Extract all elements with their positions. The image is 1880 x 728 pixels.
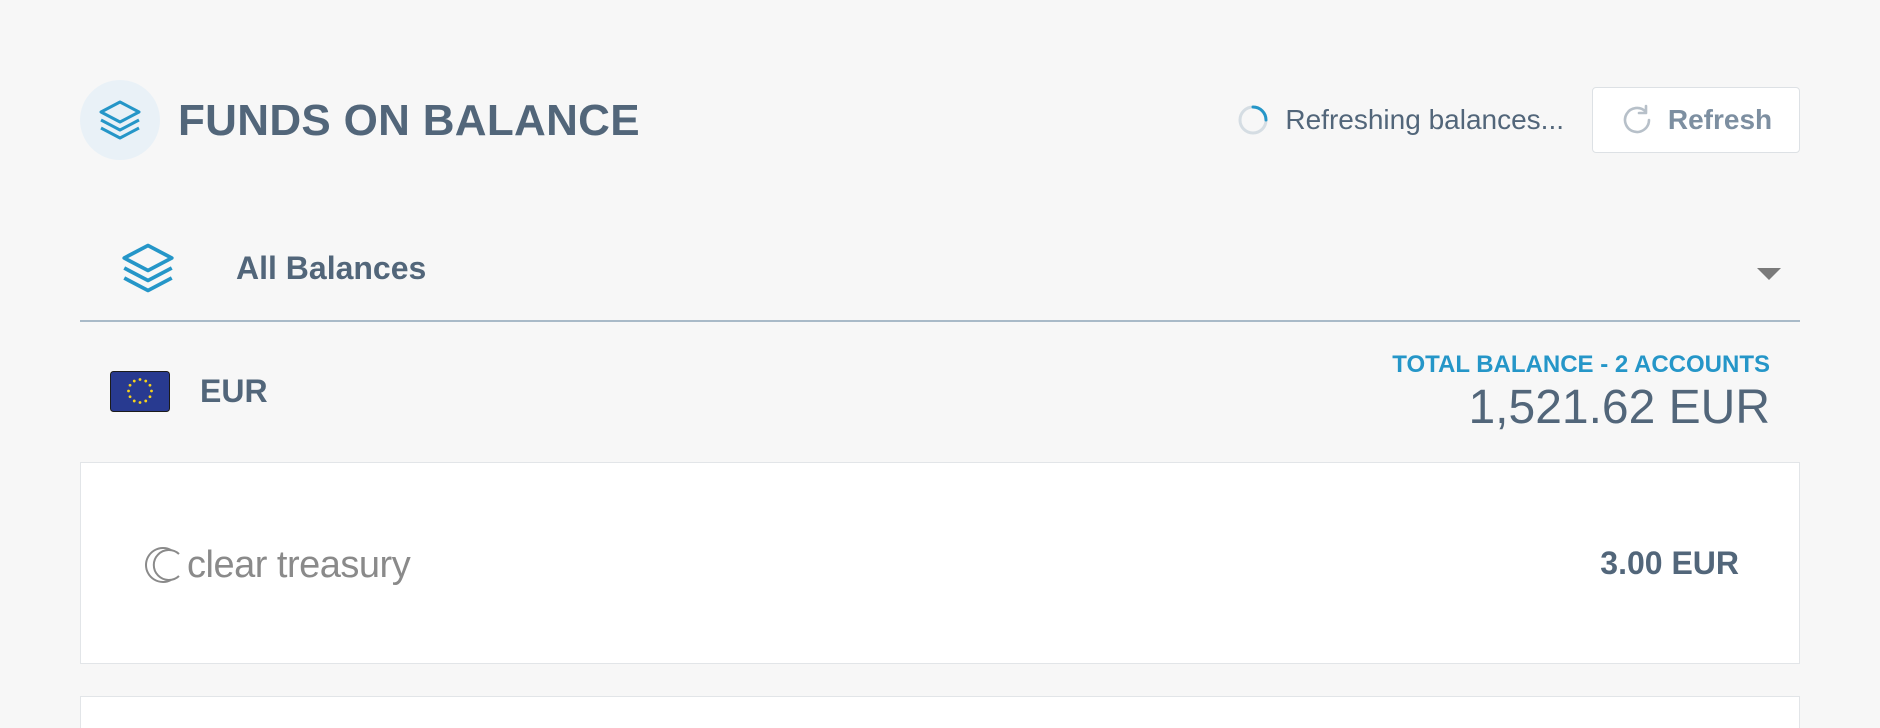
refresh-button[interactable]: Refresh [1592, 87, 1800, 153]
provider-name: clear treasury [187, 544, 411, 586]
currency-group-header: EUR TOTAL BALANCE - 2 ACCOUNTS 1,521.62 … [80, 340, 1800, 462]
page-title: FUNDS ON BALANCE [178, 96, 640, 145]
account-card[interactable] [80, 696, 1800, 728]
account-amount: 3.00 EUR [1600, 545, 1739, 581]
eu-flag-icon [110, 371, 170, 412]
refresh-icon [1623, 104, 1651, 134]
funds-page: FUNDS ON BALANCE Refreshing balances... … [0, 0, 1880, 728]
account-card[interactable]: clear treasury 3.00 EUR [80, 462, 1800, 664]
refresh-button-label: Refresh [1667, 104, 1773, 135]
provider-logo: clear treasury [141, 542, 411, 588]
balance-selector[interactable]: All Balances [80, 226, 1800, 322]
clear-treasury-logo-icon [145, 547, 180, 583]
layers-icon [99, 100, 141, 140]
selector-label: All Balances [236, 250, 427, 286]
refresh-status: Refreshing balances... [1237, 102, 1564, 138]
total-balance-amount: 1,521.62 EUR [1468, 381, 1770, 434]
layers-icon [122, 243, 174, 293]
page-header: FUNDS ON BALANCE Refreshing balances... … [80, 80, 1800, 160]
caret-down-icon [1757, 268, 1781, 280]
currency-code: EUR [200, 373, 268, 409]
total-balance-label: TOTAL BALANCE - 2 ACCOUNTS [1392, 351, 1770, 378]
header-icon-badge [80, 80, 160, 160]
refresh-status-text: Refreshing balances... [1285, 104, 1564, 135]
loading-spinner-icon [1238, 105, 1268, 135]
